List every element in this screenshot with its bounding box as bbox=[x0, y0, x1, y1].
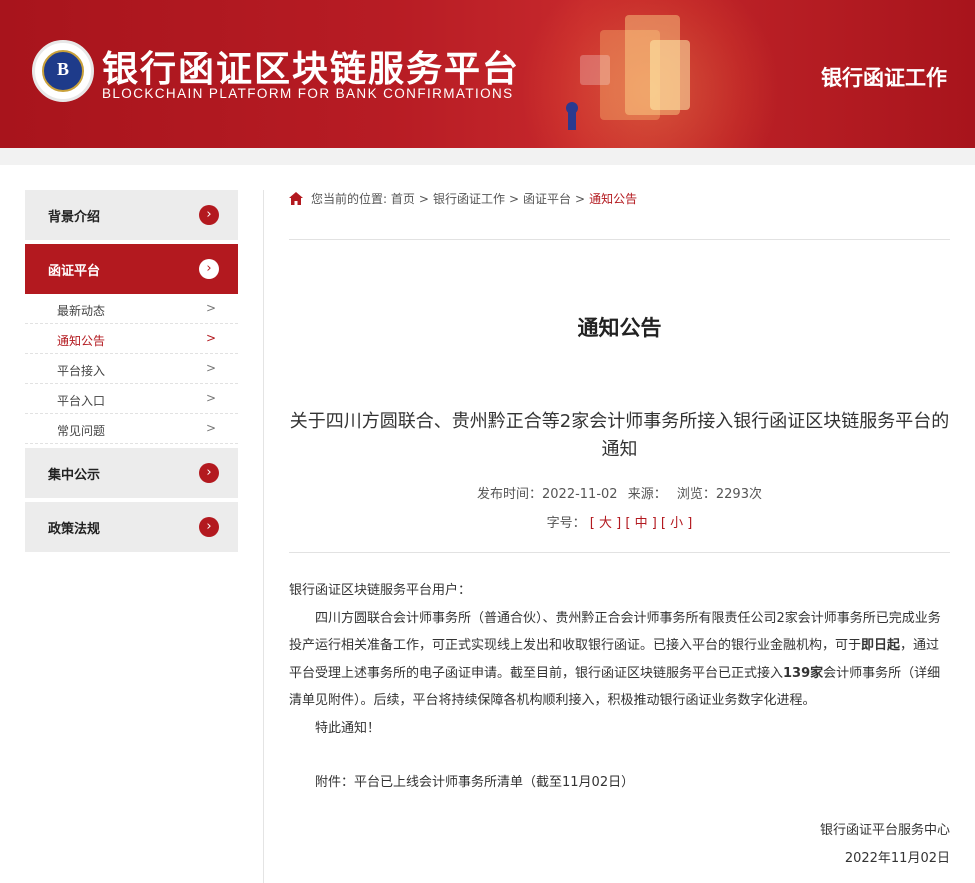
signature-org: 银行函证平台服务中心 bbox=[819, 823, 950, 838]
section-banner-title: 银行函证工作 bbox=[821, 66, 947, 90]
home-icon bbox=[289, 192, 303, 205]
banner-illustration bbox=[566, 15, 690, 130]
paragraph-emphasis: 即日起 bbox=[861, 638, 901, 653]
font-size-medium-button[interactable]: [ 中 ] bbox=[625, 516, 656, 531]
paragraph-emphasis: 139家 bbox=[783, 665, 824, 681]
article-header-divider bbox=[289, 552, 950, 553]
site-title: 银行函证区块链服务平台 bbox=[102, 48, 521, 90]
chevron-right-icon: > bbox=[205, 421, 216, 435]
logo-letter: B bbox=[56, 59, 69, 79]
breadcrumb-link-home[interactable]: 首页 bbox=[391, 192, 415, 206]
logo-emblem: B bbox=[42, 50, 84, 92]
chevron-right-icon: > bbox=[205, 391, 216, 405]
font-size-switcher: 字号： [ 大 ] [ 中 ] [ 小 ] bbox=[289, 512, 950, 531]
breadcrumb-separator: > bbox=[508, 192, 520, 206]
view-count: 浏览：2293次 bbox=[676, 487, 762, 502]
article-paragraph: 四川方圆联合会计师事务所（普通合伙）、贵州黔正合会计师事务所有限责任公司2家会计… bbox=[289, 605, 950, 715]
breadcrumb-separator: > bbox=[418, 192, 429, 206]
chevron-right-icon: › bbox=[199, 205, 219, 225]
chevron-right-icon: > bbox=[205, 301, 216, 315]
chevron-right-icon: > bbox=[205, 331, 216, 345]
breadcrumb-link-platform[interactable]: 函证平台 bbox=[523, 192, 571, 206]
paragraph-text: 四川方圆联合会计师事务所（普通合伙）、贵州黔正合会计师事务所有限责任公司2家会计… bbox=[289, 610, 941, 654]
sidebar-item-label: 函证平台 bbox=[48, 264, 101, 279]
breadcrumb-divider bbox=[289, 239, 950, 240]
breadcrumb: 您当前的位置: 首页 > 银行函证工作 > 函证平台 > 通知公告 bbox=[289, 190, 637, 207]
article-source: 来源： bbox=[627, 487, 667, 502]
sidebar-item-background[interactable]: 背景介绍 › bbox=[25, 190, 238, 240]
sidebar-subitem-faq[interactable]: 常见问题 > bbox=[25, 414, 238, 444]
sidebar-item-public-notice[interactable]: 集中公示 › bbox=[25, 448, 238, 498]
sidebar-item-policies[interactable]: 政策法规 › bbox=[25, 502, 238, 552]
sidebar-item-label: 背景介绍 bbox=[48, 210, 101, 225]
article-meta: 发布时间：2022-11-02 来源： 浏览：2293次 bbox=[289, 483, 950, 502]
sidebar-subitem-label: 常见问题 bbox=[57, 424, 106, 438]
breadcrumb-separator: > bbox=[575, 192, 586, 206]
sidebar-subitem-entrance[interactable]: 平台入口 > bbox=[25, 384, 238, 414]
site-banner: B 银行函证区块链服务平台 BLOCKCHAIN PLATFORM FOR BA… bbox=[0, 0, 975, 148]
chevron-right-icon: › bbox=[199, 517, 219, 537]
chevron-right-icon: › bbox=[199, 463, 219, 483]
publish-date: 发布时间：2022-11-02 bbox=[477, 487, 618, 502]
font-size-label: 字号： bbox=[546, 516, 586, 531]
chevron-right-icon: › bbox=[199, 259, 219, 279]
breadcrumb-link-bank-confirmation[interactable]: 银行函证工作 bbox=[433, 192, 505, 206]
header-divider-strip bbox=[0, 148, 975, 165]
attachment-link[interactable]: 附件：平台已上线会计师事务所清单（截至11月02日） bbox=[289, 769, 950, 797]
sidebar-subitem-label: 通知公告 bbox=[57, 334, 106, 348]
site-subtitle: BLOCKCHAIN PLATFORM FOR BANK CONFIRMATIO… bbox=[102, 86, 514, 101]
chevron-right-icon: > bbox=[205, 361, 216, 375]
article-greeting: 银行函证区块链服务平台用户： bbox=[289, 583, 472, 598]
sidebar-subitem-access[interactable]: 平台接入 > bbox=[25, 354, 238, 384]
sidebar-item-confirmation-platform[interactable]: 函证平台 › bbox=[25, 244, 238, 294]
sidebar: 背景介绍 › 函证平台 › 最新动态 > 通知公告 > 平台接入 > 平台入口 … bbox=[25, 190, 238, 556]
sidebar-subitem-label: 平台接入 bbox=[57, 364, 106, 378]
sidebar-submenu: 最新动态 > 通知公告 > 平台接入 > 平台入口 > 常见问题 > bbox=[25, 294, 238, 444]
signature-date: 2022年11月02日 bbox=[844, 851, 950, 866]
sidebar-subitem-label: 平台入口 bbox=[57, 394, 106, 408]
article-closing: 特此通知！ bbox=[315, 720, 381, 736]
breadcrumb-current[interactable]: 通知公告 bbox=[589, 192, 637, 206]
page-title: 通知公告 bbox=[577, 316, 662, 340]
sidebar-item-label: 政策法规 bbox=[48, 522, 101, 537]
content-divider bbox=[263, 190, 264, 883]
sidebar-item-label: 集中公示 bbox=[48, 468, 101, 483]
article-body: 银行函证区块链服务平台用户： 四川方圆联合会计师事务所（普通合伙）、贵州黔正合会… bbox=[289, 577, 950, 797]
font-size-large-button[interactable]: [ 大 ] bbox=[590, 516, 621, 531]
article-title: 关于四川方圆联合、贵州黔正合等2家会计师事务所接入银行函证区块链服务平台的通知 bbox=[289, 411, 950, 460]
breadcrumb-prefix: 您当前的位置: bbox=[311, 192, 388, 206]
site-logo[interactable]: B bbox=[32, 40, 94, 102]
sidebar-subitem-label: 最新动态 bbox=[57, 304, 106, 318]
sidebar-subitem-news[interactable]: 最新动态 > bbox=[25, 294, 238, 324]
sidebar-subitem-notices[interactable]: 通知公告 > bbox=[25, 324, 238, 354]
article-signature: 银行函证平台服务中心 2022年11月02日 bbox=[820, 817, 950, 873]
font-size-small-button[interactable]: [ 小 ] bbox=[661, 516, 692, 531]
